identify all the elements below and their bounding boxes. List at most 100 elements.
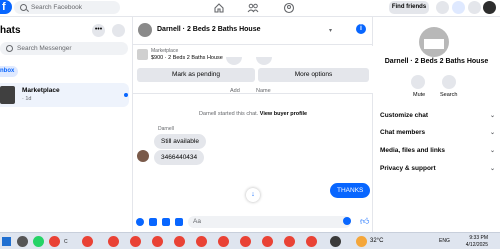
facebook-search-placeholder: Search Facebook bbox=[31, 4, 82, 11]
chevron-down-icon: ⌄ bbox=[489, 113, 495, 119]
photo-icon[interactable] bbox=[149, 218, 157, 226]
chrome-icon[interactable] bbox=[82, 236, 93, 247]
chevron-down-icon: ⌄ bbox=[489, 166, 495, 172]
search-icon bbox=[6, 45, 13, 52]
marketplace-thumbnail bbox=[0, 86, 15, 104]
notifications-icon[interactable] bbox=[468, 1, 481, 14]
add-label: Add bbox=[230, 88, 240, 94]
chevron-down-icon[interactable]: ▾ bbox=[329, 27, 332, 34]
conversation-item-marketplace[interactable]: Marketplace · 1d bbox=[0, 83, 129, 107]
chat-title[interactable]: Darnell · 2 Beds 2 Baths House bbox=[157, 26, 260, 33]
search-icon bbox=[20, 4, 27, 11]
facebook-search-input[interactable]: Search Facebook bbox=[14, 1, 120, 14]
media-files-links-section[interactable]: Media, files and links ⌄ bbox=[380, 147, 495, 154]
start-menu-icon[interactable] bbox=[2, 237, 11, 246]
whatsapp-icon[interactable] bbox=[33, 236, 44, 247]
media-files-links-label: Media, files and links bbox=[380, 147, 446, 154]
chrome-icon[interactable] bbox=[130, 236, 141, 247]
clock[interactable]: 9:33 PM 4/12/2025 bbox=[458, 235, 488, 249]
info-icon[interactable]: i bbox=[356, 24, 366, 34]
clock-time: 9:33 PM bbox=[469, 235, 488, 241]
chat-members-section[interactable]: Chat members ⌄ bbox=[380, 129, 495, 136]
chat-window: Darnell · 2 Beds 2 Baths House ▾ i Marke… bbox=[133, 17, 373, 232]
message-composer: Aa 👍︎ bbox=[133, 213, 373, 232]
chrome-icon[interactable] bbox=[174, 236, 185, 247]
chats-title: hats bbox=[0, 25, 21, 36]
sticker-icon[interactable] bbox=[162, 218, 170, 226]
listing-title[interactable]: $900 · 2 Beds 2 Baths House bbox=[151, 55, 223, 61]
temperature-readout[interactable]: 32°C bbox=[370, 238, 383, 244]
chats-sidebar: hats ••• Search Messenger nbox Marketpla… bbox=[0, 17, 133, 232]
taskbar-app-label[interactable]: C bbox=[64, 239, 68, 245]
message-input[interactable]: Aa bbox=[188, 216, 351, 228]
chrome-icon[interactable] bbox=[108, 236, 119, 247]
chat-header: Darnell · 2 Beds 2 Baths House ▾ i bbox=[133, 17, 373, 45]
sender-avatar[interactable] bbox=[137, 150, 149, 162]
received-message[interactable]: Still available bbox=[154, 134, 206, 149]
chrome-icon[interactable] bbox=[218, 236, 229, 247]
chat-info-panel: Darnell · 2 Beds 2 Baths House Mute Sear… bbox=[373, 17, 500, 232]
groups-icon[interactable] bbox=[283, 2, 295, 14]
chrome-icon[interactable] bbox=[49, 236, 60, 247]
find-friends-button[interactable]: Find friends bbox=[389, 1, 429, 14]
photos-icon[interactable] bbox=[330, 236, 341, 247]
received-message[interactable]: 3466440434 bbox=[154, 150, 205, 165]
like-icon[interactable]: 👍︎ bbox=[360, 216, 369, 227]
weather-icon[interactable] bbox=[356, 236, 367, 247]
sender-name: Darnell bbox=[158, 126, 174, 132]
chrome-icon[interactable] bbox=[284, 236, 295, 247]
search-icon[interactable] bbox=[17, 236, 28, 247]
chrome-icon[interactable] bbox=[196, 236, 207, 247]
plus-icon[interactable] bbox=[136, 218, 144, 226]
chrome-icon[interactable] bbox=[262, 236, 273, 247]
inbox-filter-tab[interactable]: nbox bbox=[0, 66, 18, 77]
mute-label: Mute bbox=[413, 92, 426, 98]
home-icon[interactable] bbox=[213, 2, 225, 14]
gif-icon[interactable] bbox=[175, 218, 183, 226]
chat-start-text: Darnell started this chat. bbox=[198, 111, 259, 117]
customize-chat-section[interactable]: Customize chat ⌄ bbox=[380, 112, 495, 119]
chevron-down-icon: ⌄ bbox=[489, 130, 495, 136]
search-messenger-input[interactable]: Search Messenger bbox=[0, 42, 128, 55]
chrome-icon[interactable] bbox=[306, 236, 317, 247]
info-panel-title: Darnell · 2 Beds 2 Baths House bbox=[384, 58, 489, 65]
search-label: Search bbox=[440, 92, 458, 98]
view-buyer-profile-link[interactable]: View buyer profile bbox=[260, 111, 307, 117]
privacy-support-label: Privacy & support bbox=[380, 165, 436, 172]
chat-avatar[interactable] bbox=[138, 23, 152, 37]
listing-avatar bbox=[419, 27, 449, 57]
windows-taskbar: C 32°C ENG 9:33 PM 4/12/2025 bbox=[0, 232, 500, 249]
search-icon[interactable] bbox=[442, 75, 456, 89]
search-messenger-placeholder: Search Messenger bbox=[17, 45, 72, 52]
conversation-time: · 1d bbox=[22, 96, 32, 102]
conversation-title: Marketplace bbox=[22, 87, 60, 94]
mark-as-pending-button[interactable]: Mark as pending bbox=[137, 68, 255, 82]
scroll-down-button[interactable]: ↓ bbox=[246, 188, 260, 202]
chrome-icon[interactable] bbox=[240, 236, 251, 247]
customize-chat-label: Customize chat bbox=[380, 112, 429, 119]
name-label: Name bbox=[256, 88, 271, 94]
listing-thumbnail bbox=[137, 49, 148, 60]
sent-message[interactable]: THANKS bbox=[330, 183, 371, 198]
unread-dot bbox=[124, 93, 128, 97]
language-indicator[interactable]: ENG bbox=[439, 238, 450, 244]
marketplace-label: Marketplace bbox=[151, 48, 179, 54]
top-navigation-bar: f Search Facebook Find friends bbox=[0, 0, 500, 17]
chat-start-notice: Darnell started this chat. View buyer pr… bbox=[133, 111, 373, 117]
profile-avatar[interactable] bbox=[483, 1, 496, 14]
marketplace-listing-panel: Marketplace $900 · 2 Beds 2 Baths House … bbox=[133, 46, 373, 94]
clock-date: 4/12/2025 bbox=[465, 242, 488, 248]
privacy-support-section[interactable]: Privacy & support ⌄ bbox=[380, 165, 495, 172]
facebook-logo[interactable]: f bbox=[0, 0, 12, 14]
bell-icon[interactable] bbox=[411, 75, 425, 89]
messenger-icon[interactable] bbox=[452, 1, 465, 14]
emoji-icon[interactable] bbox=[343, 217, 351, 225]
chats-options-button[interactable]: ••• bbox=[92, 24, 105, 37]
chat-members-label: Chat members bbox=[380, 129, 426, 136]
chrome-icon[interactable] bbox=[152, 236, 163, 247]
more-options-button[interactable]: More options bbox=[258, 68, 369, 82]
new-message-icon[interactable] bbox=[112, 24, 125, 37]
friends-icon[interactable] bbox=[247, 2, 259, 14]
chevron-down-icon: ⌄ bbox=[489, 148, 495, 154]
grid-menu-icon[interactable] bbox=[436, 1, 449, 14]
